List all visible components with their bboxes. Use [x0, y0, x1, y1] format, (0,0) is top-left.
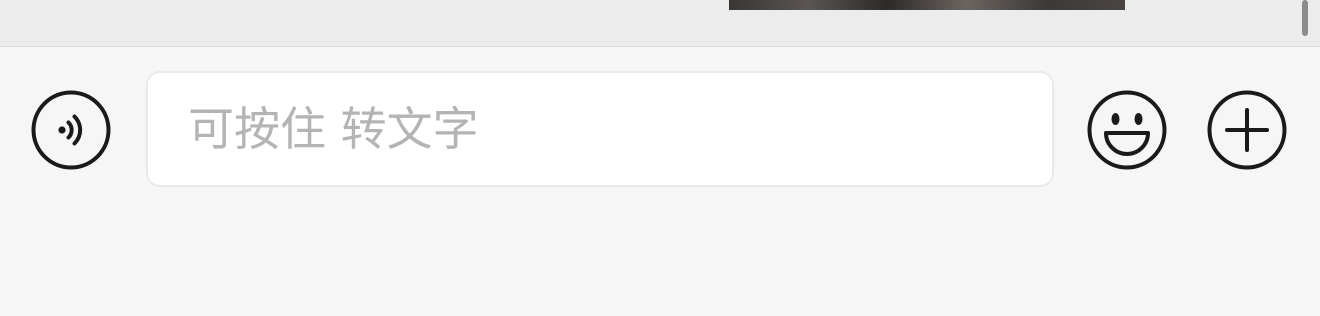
chat-image-message[interactable] — [729, 0, 1125, 10]
message-composer — [0, 47, 1320, 316]
more-actions-button[interactable] — [1207, 90, 1287, 170]
emoji-button[interactable] — [1087, 90, 1167, 170]
voice-input-button[interactable] — [31, 90, 111, 170]
plus-icon — [1207, 90, 1287, 170]
chat-scrollbar[interactable] — [1302, 0, 1308, 36]
message-input[interactable] — [148, 73, 1052, 185]
emoji-icon — [1087, 90, 1167, 170]
chat-message-area[interactable] — [0, 0, 1320, 47]
message-input-box[interactable] — [146, 71, 1054, 187]
voice-input-icon — [31, 90, 111, 170]
chat-screen — [0, 0, 1320, 316]
